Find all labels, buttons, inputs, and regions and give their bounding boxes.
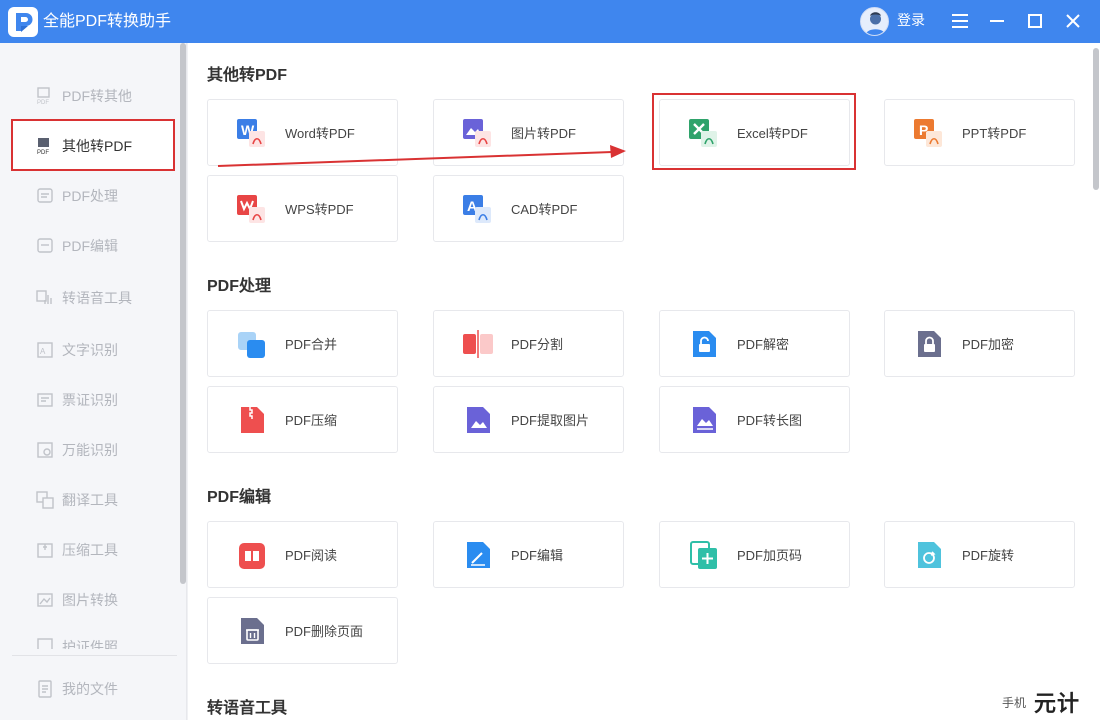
watermark-small: 手机	[1002, 696, 1027, 710]
card-pdf-merge[interactable]: PDF合并	[207, 310, 398, 377]
card-label: PDF编辑	[511, 548, 564, 563]
card-pdf-extract-image[interactable]: PDF提取图片	[433, 386, 624, 453]
section-title-pdf-process: PDF处理	[207, 278, 272, 295]
delete-page-icon	[236, 615, 268, 647]
card-pdf-compress[interactable]: PDF压缩	[207, 386, 398, 453]
rotate-icon	[913, 539, 945, 571]
card-label: PDF分割	[511, 337, 564, 352]
card-pdf-delete-page[interactable]: PDF删除页面	[207, 597, 398, 664]
card-label: PDF压缩	[285, 413, 338, 428]
section-title-pdf-edit: PDF编辑	[207, 489, 272, 506]
card-label: PDF解密	[737, 337, 790, 352]
section-title-voice-tools: 转语音工具	[207, 700, 288, 717]
card-label: PDF合并	[285, 337, 338, 352]
merge-icon	[236, 328, 268, 360]
card-pdf-encrypt[interactable]: PDF加密	[884, 310, 1075, 377]
extract-image-icon	[462, 404, 494, 436]
card-pdf-to-long-image[interactable]: PDF转长图	[659, 386, 850, 453]
card-pdf-rotate[interactable]: PDF旋转	[884, 521, 1075, 588]
card-label: PDF提取图片	[511, 413, 590, 428]
card-pdf-decrypt[interactable]: PDF解密	[659, 310, 850, 377]
card-pdf-read[interactable]: PDF阅读	[207, 521, 398, 588]
card-label: PDF加密	[962, 337, 1015, 352]
long-image-icon	[688, 404, 720, 436]
card-label: PDF旋转	[962, 548, 1015, 563]
card-label: PDF加页码	[737, 548, 803, 563]
lock-icon	[913, 328, 945, 360]
page-number-icon	[688, 539, 720, 571]
card-pdf-split[interactable]: PDF分割	[433, 310, 624, 377]
card-label: PDF转长图	[737, 413, 803, 428]
card-label: PDF删除页面	[285, 624, 364, 639]
edit-icon	[462, 539, 494, 571]
card-label: PDF阅读	[285, 548, 338, 563]
card-pdf-edit[interactable]: PDF编辑	[433, 521, 624, 588]
read-icon	[236, 539, 268, 571]
split-icon	[462, 328, 494, 360]
compress-file-icon	[236, 404, 268, 436]
watermark-big: 元计算	[1034, 691, 1081, 716]
excel-card-highlight	[652, 93, 856, 170]
card-pdf-add-page-number[interactable]: PDF加页码	[659, 521, 850, 588]
unlock-icon	[688, 328, 720, 360]
